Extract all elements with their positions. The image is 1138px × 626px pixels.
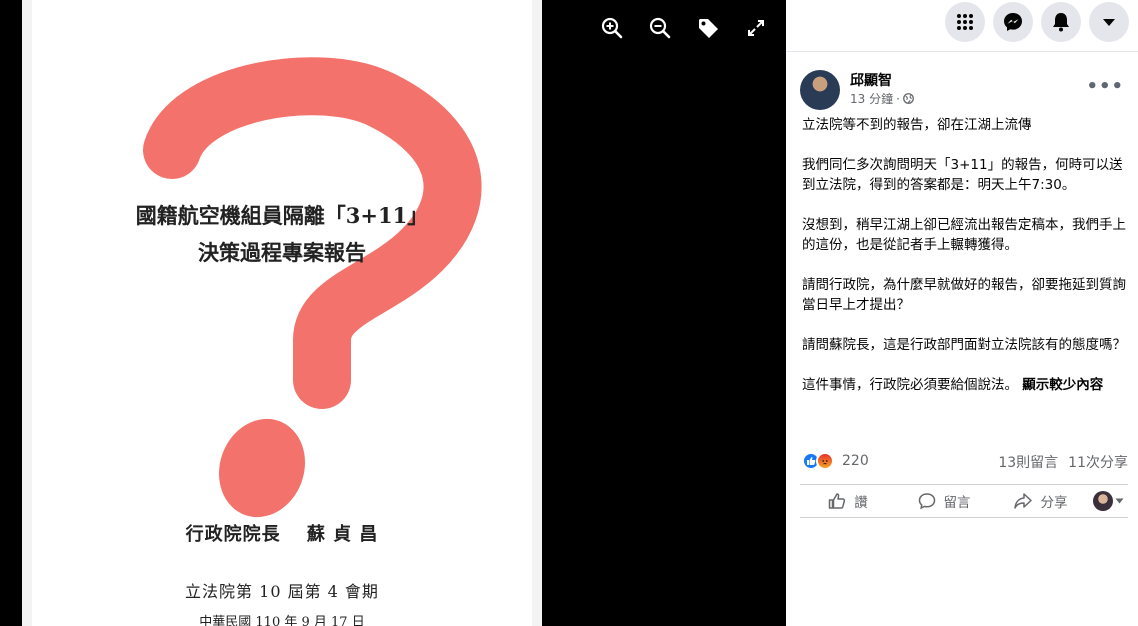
post-stats: 220 13則留言 11次分享 [802, 452, 1128, 474]
angry-reaction-icon [816, 452, 834, 470]
document-session: 立法院第 10 屆第 4 會期 [185, 582, 379, 601]
account-dropdown-icon[interactable] [1089, 2, 1129, 42]
post-paragraph: 立法院等不到的報告，卻在江湖上流傳 [802, 117, 1032, 133]
post-paragraph: 這件事情，行政院必須要給個說法。 [802, 377, 1018, 393]
thumbs-up-icon [829, 493, 846, 509]
fullscreen-icon[interactable] [742, 14, 770, 42]
post-time[interactable]: 13 分鐘 [850, 90, 893, 107]
post-meta: 13 分鐘 · [850, 90, 914, 107]
photo-viewer: 國籍航空機組員隔離「3+11」 決策過程專案報告 行政院院長 蘇 貞 昌 立法院… [0, 0, 786, 626]
comment-icon [918, 493, 935, 510]
reaction-count: 220 [842, 453, 869, 469]
menu-grid-icon[interactable] [945, 2, 985, 42]
document-title-line2: 決策過程專案報告 [198, 240, 366, 265]
more-options-icon[interactable]: ••• [1086, 76, 1124, 97]
like-label: 讚 [854, 495, 868, 511]
see-less-link[interactable]: 顯示較少內容 [1022, 377, 1103, 393]
post-last-paragraph: 這件事情，行政院必須要給個說法。 顯示較少內容 [802, 375, 1128, 395]
share-icon [1013, 493, 1032, 509]
tag-icon[interactable] [694, 14, 722, 42]
reactions-summary[interactable]: 220 [802, 452, 869, 470]
comment-label: 留言 [943, 495, 971, 511]
post-header: 邱顯智 13 分鐘 · ••• [800, 68, 1128, 110]
document-title-line1: 國籍航空機組員隔離「3+11」 [135, 203, 429, 228]
share-button[interactable]: 分享 [992, 485, 1088, 517]
comments-count[interactable]: 13則留言 [998, 452, 1058, 472]
post-paragraph: 請問行政院，為什麼早就做好的報告，卻要拖延到質詢當日早上才提出？ [802, 277, 1126, 313]
like-button[interactable]: 讚 [800, 485, 896, 517]
comment-button[interactable]: 留言 [896, 485, 992, 517]
zoom-in-icon[interactable] [598, 14, 626, 42]
post-body: 立法院等不到的報告，卻在江湖上流傳 我們同仁多次詢問明天「3+11」的報告，何時… [802, 115, 1128, 415]
engagement-counts: 13則留言 11次分享 [998, 452, 1128, 472]
author-name[interactable]: 邱顯智 [850, 70, 892, 90]
document-image: 國籍航空機組員隔離「3+11」 決策過程專案報告 行政院院長 蘇 貞 昌 立法院… [22, 0, 542, 626]
document-date: 中華民國 110 年 9 月 17 日 [199, 615, 365, 626]
zoom-out-icon[interactable] [646, 14, 674, 42]
post-paragraph: 我們同仁多次詢問明天「3+11」的報告，何時可以送到立法院，得到的答案都是：明天… [802, 157, 1123, 193]
post-panel: 邱顯智 13 分鐘 · ••• 立法院等不到的報告，卻在江湖上流傳 我們同仁多次… [786, 0, 1138, 626]
reaction-as-selector[interactable] [1088, 485, 1128, 517]
author-avatar[interactable] [800, 70, 840, 110]
post-paragraph: 沒想到，稍早江湖上卻已經流出報告定稿本，我們手上的這份，也是從記者手上輾轉獲得。 [802, 217, 1126, 253]
messenger-icon[interactable] [993, 2, 1033, 42]
top-nav [786, 0, 1138, 52]
notifications-icon[interactable] [1041, 2, 1081, 42]
meta-separator: · [896, 91, 900, 106]
globe-icon [903, 93, 914, 104]
share-label: 分享 [1040, 495, 1068, 511]
document-premier: 行政院院長 蘇 貞 昌 [185, 524, 379, 545]
post-paragraph: 請問蘇院長，這是行政部門面對立法院該有的態度嗎？ [802, 337, 1126, 353]
current-user-avatar [1092, 491, 1113, 511]
viewer-toolbar [598, 14, 770, 42]
shares-count[interactable]: 11次分享 [1068, 452, 1128, 472]
post-actions: 讚 留言 分享 [800, 484, 1128, 518]
chevron-down-icon [1115, 498, 1123, 504]
